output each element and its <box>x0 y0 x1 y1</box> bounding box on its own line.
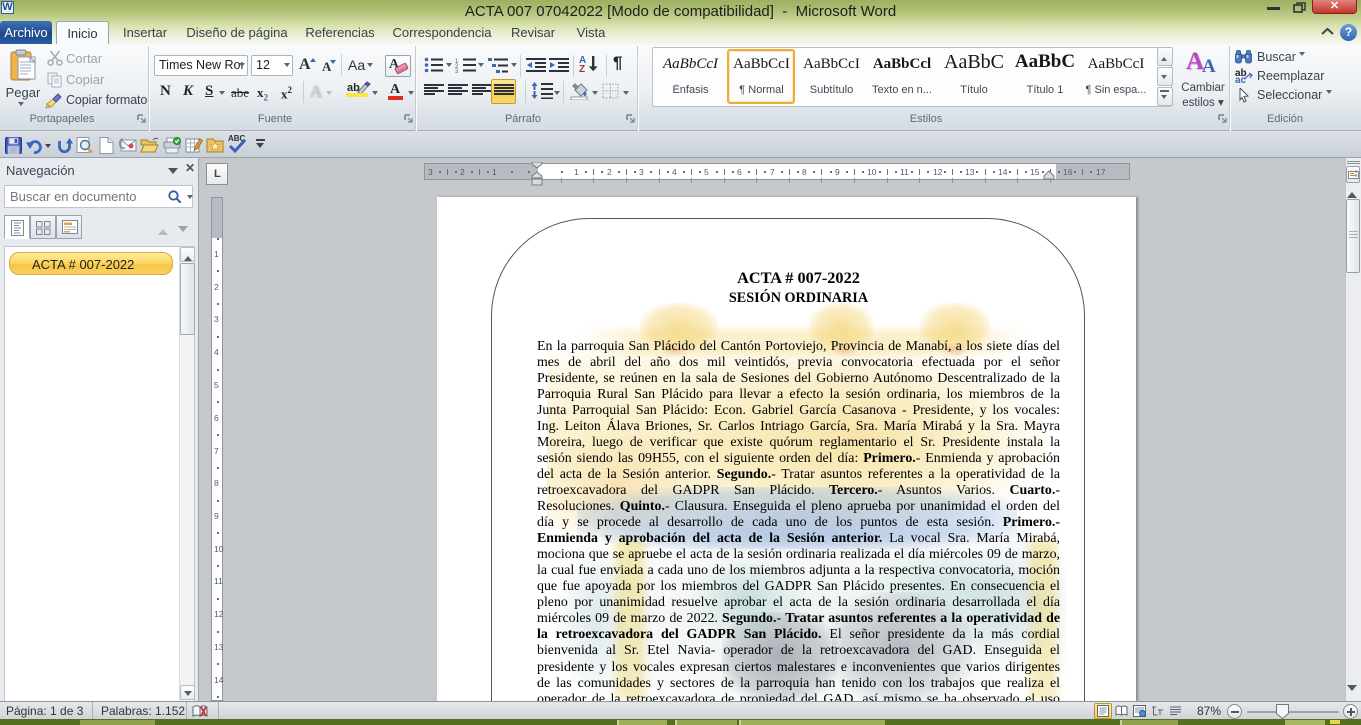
svg-text:3: 3 <box>455 69 459 73</box>
